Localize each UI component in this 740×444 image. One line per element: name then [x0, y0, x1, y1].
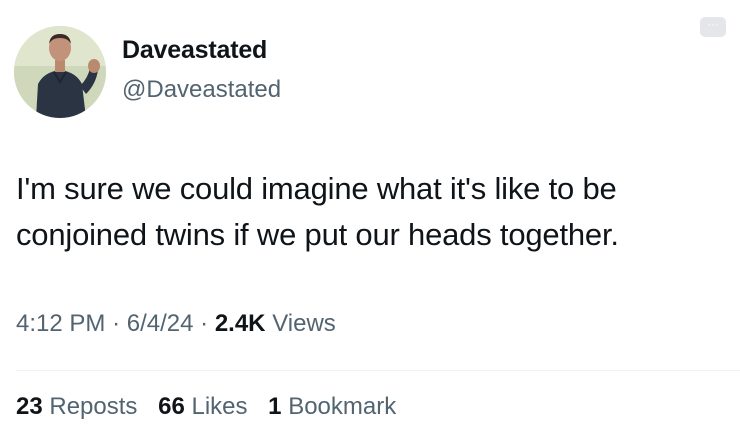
- author-handle[interactable]: @Daveastated: [122, 76, 281, 104]
- reposts-label: Reposts: [49, 393, 138, 420]
- tweet-time[interactable]: 4:12 PM: [16, 310, 105, 337]
- divider: [16, 370, 740, 371]
- reposts-count: 23: [16, 393, 43, 420]
- engagement-stats: 23 Reposts 66 Likes 1 Bookmark: [16, 393, 410, 421]
- more-options-button[interactable]: ···: [700, 17, 726, 37]
- tweet-text: I'm sure we could imagine what it's like…: [16, 166, 726, 258]
- tweet-text-line-1: I'm sure we could imagine what it's like…: [16, 171, 617, 206]
- meta-separator: ·: [112, 310, 121, 337]
- tweet-meta: 4:12 PM · 6/4/24 · 2.4K Views: [16, 310, 336, 338]
- likes-label: Likes: [191, 393, 248, 420]
- bookmarks-stat[interactable]: 1 Bookmark: [268, 393, 396, 420]
- author-avatar[interactable]: [14, 26, 106, 118]
- views-count: 2.4K: [214, 310, 266, 337]
- bookmarks-label: Bookmark: [288, 393, 397, 420]
- likes-stat[interactable]: 66 Likes: [158, 393, 254, 420]
- tweet-card: Daveastated @Daveastated ··· I'm sure we…: [0, 0, 740, 444]
- meta-separator: ·: [200, 310, 209, 337]
- ellipsis-icon: ···: [707, 19, 719, 31]
- author-display-name[interactable]: Daveastated: [122, 36, 267, 65]
- bookmarks-count: 1: [268, 393, 282, 420]
- user-avatar-photo-icon: [14, 26, 106, 118]
- likes-count: 66: [158, 393, 185, 420]
- tweet-date[interactable]: 6/4/24: [127, 310, 194, 337]
- tweet-text-line-2: conjoined twins if we put our heads toge…: [16, 217, 619, 252]
- views-label: Views: [272, 310, 336, 337]
- reposts-stat[interactable]: 23 Reposts: [16, 393, 144, 420]
